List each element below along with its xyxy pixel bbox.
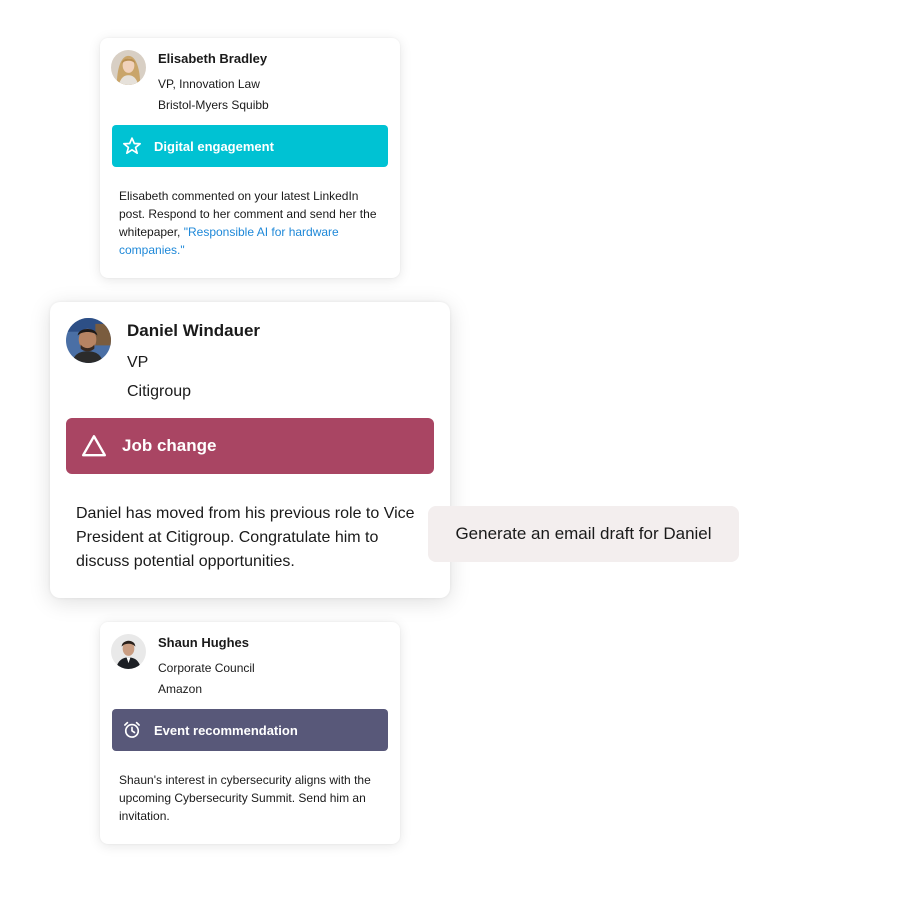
avatar: [111, 50, 146, 85]
insight-description: Elisabeth commented on your latest Linke…: [119, 187, 383, 259]
contact-name: Shaun Hughes: [158, 635, 250, 650]
contact-title: VP: [127, 354, 149, 371]
contact-name: Daniel Windauer: [127, 321, 261, 340]
alarm-clock-icon: [122, 720, 142, 740]
contact-card-elisabeth[interactable]: Elisabeth Bradley VP, Innovation Law Bri…: [100, 38, 400, 278]
contact-company: Amazon: [158, 682, 203, 696]
avatar: [66, 318, 111, 363]
star-outline-icon: [122, 136, 142, 156]
insight-description: Daniel has moved from his previous role …: [76, 505, 415, 570]
contact-title: VP, Innovation Law: [158, 77, 260, 91]
contact-card-shaun[interactable]: Shaun Hughes Corporate Council Amazon Ev…: [100, 622, 400, 844]
generate-email-draft-button[interactable]: Generate an email draft for Daniel: [428, 506, 739, 562]
contact-company: Citigroup: [127, 383, 192, 400]
insight-description: Shaun's interest in cybersecurity aligns…: [119, 773, 371, 823]
job-change-banner: Job change: [66, 418, 434, 474]
avatar: [111, 634, 146, 669]
triangle-outline-icon: [81, 433, 107, 459]
contact-card-daniel[interactable]: Daniel Windauer VP Citigroup Job change …: [50, 302, 450, 598]
contact-title: Corporate Council: [158, 661, 255, 675]
contact-name: Elisabeth Bradley: [158, 51, 268, 66]
digital-engagement-banner: Digital engagement: [112, 125, 388, 167]
banner-label: Event recommendation: [154, 722, 298, 738]
contact-company: Bristol-Myers Squibb: [158, 98, 269, 112]
banner-label: Digital engagement: [154, 138, 274, 154]
event-recommendation-banner: Event recommendation: [112, 709, 388, 751]
banner-label: Job change: [122, 436, 217, 455]
